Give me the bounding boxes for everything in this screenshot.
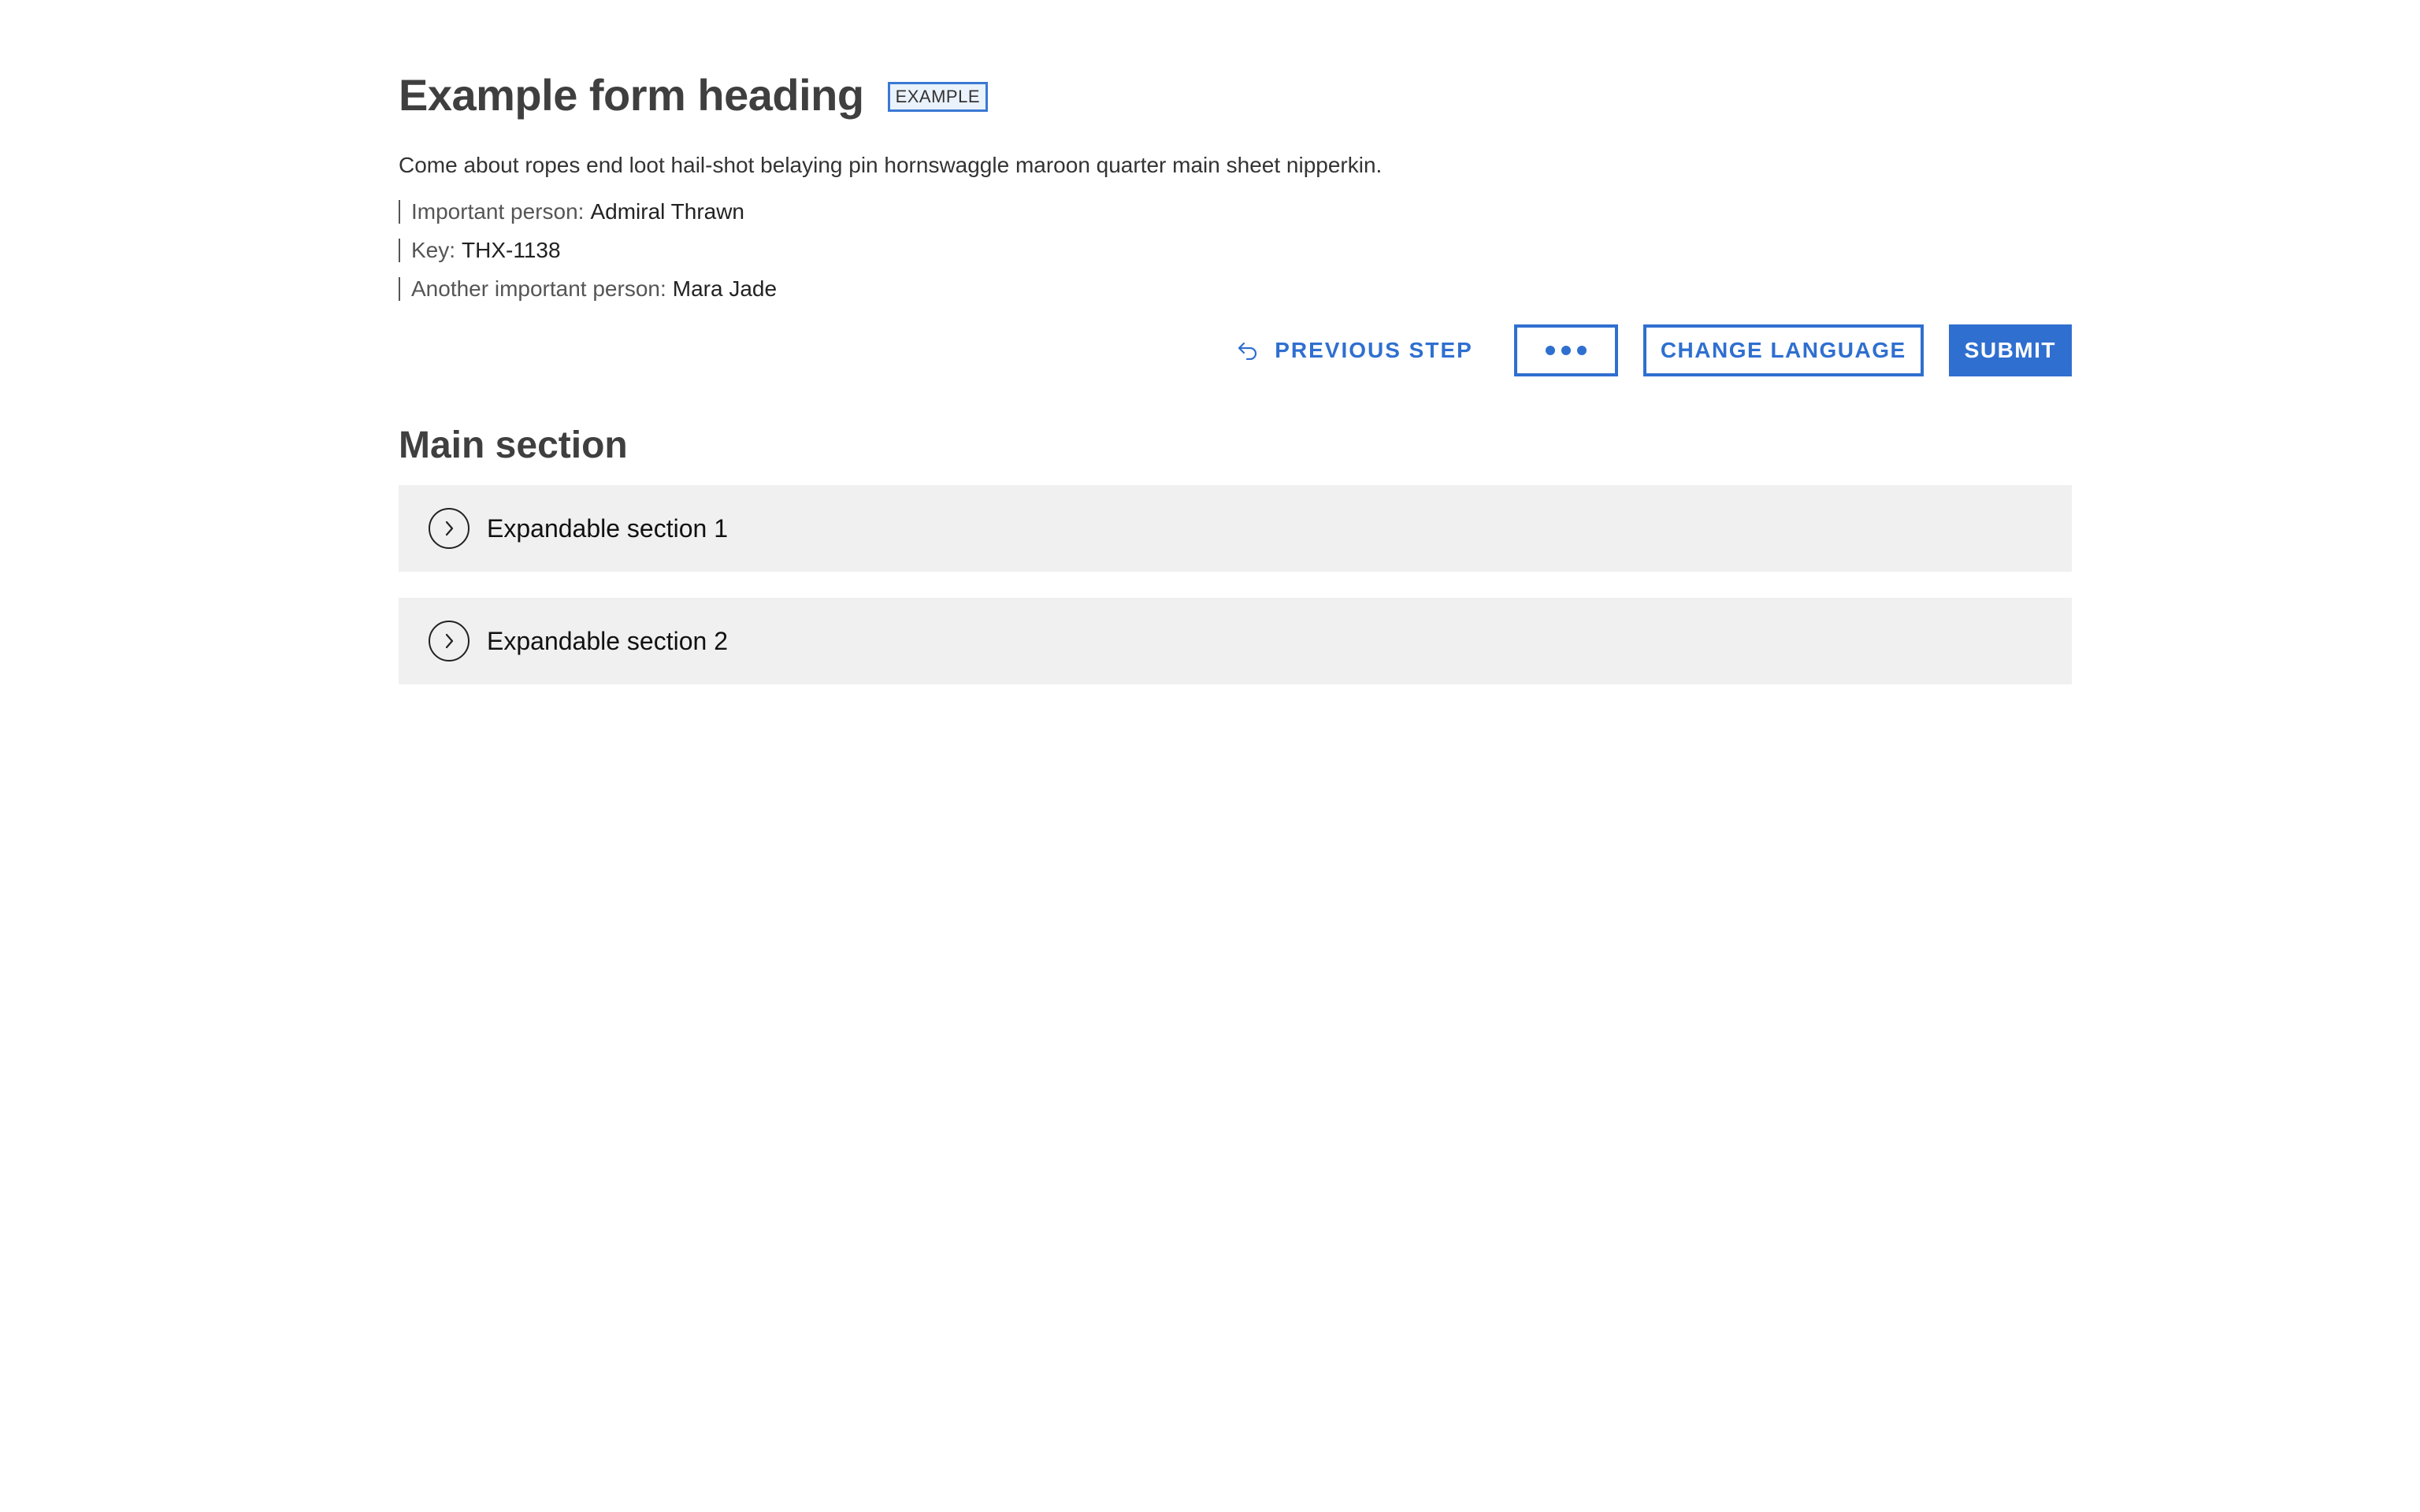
- chevron-right-icon: [429, 508, 470, 549]
- expandable-section-label: Expandable section 2: [487, 626, 728, 655]
- expandable-section-label: Expandable section 1: [487, 513, 728, 543]
- meta-divider: [399, 238, 400, 262]
- meta-divider: [399, 199, 400, 224]
- meta-value: Admiral Thrawn: [590, 198, 745, 224]
- meta-label: Key:: [411, 237, 456, 262]
- submit-button[interactable]: SUBMIT: [1948, 324, 2072, 376]
- meta-divider: [399, 276, 400, 301]
- meta-row-another-important-person: Another important person: Mara Jade: [399, 269, 2072, 308]
- more-options-button[interactable]: [1513, 324, 1618, 376]
- form-header: Example form heading EXAMPLE: [399, 66, 2072, 123]
- previous-step-label: PREVIOUS STEP: [1275, 338, 1473, 362]
- expandable-section-1[interactable]: Expandable section 1: [399, 485, 2072, 572]
- chevron-right-icon: [429, 621, 470, 662]
- meta-value: THX-1138: [462, 237, 561, 262]
- form-description: Come about ropes end loot hail-shot bela…: [399, 153, 1383, 177]
- meta-label: Another important person:: [411, 276, 666, 301]
- form-page: Example form heading EXAMPLE Come about …: [399, 66, 2072, 684]
- undo-arrow-icon: [1238, 342, 1257, 360]
- form-actions: PREVIOUS STEP CHANGE LANGUAGE SUBMIT: [1237, 324, 2072, 376]
- meta-label: Important person:: [411, 198, 585, 224]
- example-badge: EXAMPLE: [887, 82, 989, 112]
- meta-row-important-person: Important person: Admiral Thrawn: [399, 192, 2072, 231]
- meta-value: Mara Jade: [672, 276, 778, 301]
- change-language-button[interactable]: CHANGE LANGUAGE: [1642, 324, 1924, 376]
- meta-row-key: Key: THX-1138: [399, 231, 2072, 269]
- more-dots-icon: [1545, 346, 1587, 355]
- expandable-section-2[interactable]: Expandable section 2: [399, 598, 2072, 684]
- main-section-title: Main section: [399, 424, 628, 466]
- meta-list: Important person: Admiral Thrawn Key: TH…: [399, 192, 2072, 308]
- previous-step-button[interactable]: PREVIOUS STEP: [1237, 338, 1473, 363]
- form-heading: Example form heading: [399, 69, 864, 120]
